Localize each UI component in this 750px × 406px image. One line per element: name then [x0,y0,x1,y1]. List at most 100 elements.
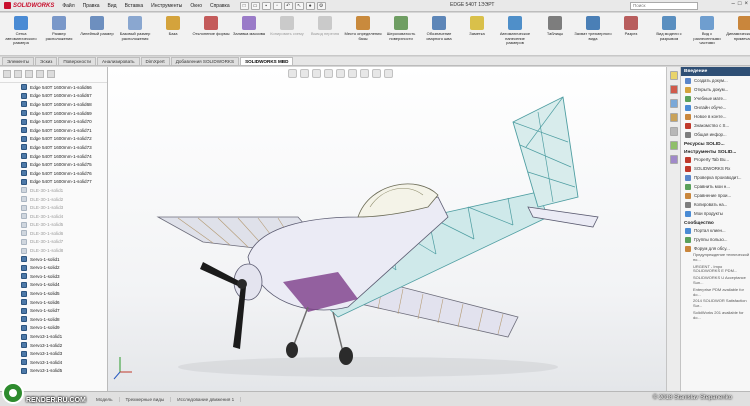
dimxpert-tab-icon[interactable] [36,70,44,78]
task-pane-link[interactable]: Онлайн обуче... [681,103,750,112]
tree-item[interactable]: Servo3-1-solid1 [0,332,107,341]
task-pane-link[interactable]: Сравнить мои н... [681,182,750,191]
zoom-area-icon[interactable] [300,69,309,78]
ribbon-button-annotation-view[interactable]: Динамические виды примечания [726,15,750,55]
appearances-tab-icon[interactable] [669,141,678,150]
ribbon-button-list[interactable]: Вывод перечня [306,15,344,55]
tree-item[interactable]: Servo3-1-solid3 [0,349,107,358]
task-pane-link[interactable]: Копировать на... [681,200,750,209]
tree-item[interactable]: Edge 540T 1600mm-1-solid76 [0,169,107,178]
tree-item[interactable]: Servo-1-solid6 [0,298,107,307]
task-pane-link[interactable]: Группы пользо... [681,235,750,244]
search-input[interactable]: Поиск [630,2,698,10]
task-pane-link[interactable]: Проверка производит... [681,173,750,182]
tab-model[interactable]: Модель [90,396,120,402]
section-view-icon[interactable] [324,69,333,78]
view-orientation-icon[interactable] [336,69,345,78]
task-pane-link[interactable]: Новое в конте... [681,112,750,121]
hide-show-icon[interactable] [360,69,369,78]
tree-item[interactable]: DLE-30-1-solid3 [0,203,107,212]
menu-edit[interactable]: Правка [79,3,104,9]
ribbon-button-datum-target[interactable]: Место определения базы [344,15,382,55]
news-item[interactable]: 2014 SOLIDWOR Satisfaction Sur... [681,299,750,309]
ribbon-button-dimension[interactable]: Размер расположения [40,15,78,55]
news-item[interactable]: URGENT - Impo SOLIDWORKS E PDM... [681,264,750,275]
command-tab[interactable]: Поверхности [58,57,96,65]
task-pane-link[interactable]: Property Tab Bu... [681,155,750,164]
tree-item[interactable]: Edge 540T 1600mm-1-solid73 [0,143,107,152]
command-tab[interactable]: SOLIDWORKS MBD [240,57,294,65]
custom-props-tab-icon[interactable] [669,155,678,164]
ribbon-button-tolerance[interactable]: Отклонение формы [192,15,230,55]
home-tab-icon[interactable] [669,71,678,80]
save-icon[interactable]: ▪ [261,1,271,10]
tree-item[interactable]: Edge 540T 1600mm-1-solid72 [0,135,107,144]
display-tab-icon[interactable] [47,70,55,78]
rebuild-icon[interactable]: ● [305,1,315,10]
tree-item[interactable]: DLE-30-1-solid8 [0,246,107,255]
previous-view-icon[interactable] [312,69,321,78]
tree-item[interactable]: Servo-1-solid7 [0,306,107,315]
airplane-model[interactable] [108,67,666,391]
ribbon-button-copy[interactable]: Копировать схему [268,15,306,55]
tree-item[interactable]: DLE-30-1-solid7 [0,238,107,247]
tree-item[interactable]: Servo3-1-solid2 [0,341,107,350]
zoom-fit-icon[interactable] [288,69,297,78]
resources-header[interactable]: Ресурсы SOLID... [681,142,750,147]
news-item[interactable]: SolidWorks 201 available for do... [681,310,750,321]
open-folder-icon[interactable]: ▭ [250,1,260,10]
tree-item[interactable]: Servo3-1-solid4 [0,358,107,367]
ribbon-button-section[interactable]: Разрез [612,15,650,55]
task-pane-link[interactable]: Учебные мате... [681,94,750,103]
tree-item[interactable]: Edge 540T 1600mm-1-solid67 [0,92,107,101]
task-pane-link[interactable]: Знакомство с S... [681,121,750,130]
ribbon-button-fill[interactable]: Заливка массива [230,15,268,55]
task-pane-link[interactable]: Портал клиен... [681,226,750,235]
ribbon-button-broken-view[interactable]: Вид модели с разрывом [650,15,688,55]
command-tab[interactable]: Анализировать [97,57,140,65]
tree-item[interactable]: Servo-1-solid1 [0,255,107,264]
command-tab[interactable]: DimXpert [140,57,170,65]
tree-item[interactable]: Servo-1-solid5 [0,289,107,298]
task-pane-link[interactable]: Создать докум... [681,76,750,85]
menu-view[interactable]: Вид [104,3,121,9]
tree-item[interactable]: Edge 540T 1600mm-1-solid71 [0,126,107,135]
tree-item[interactable]: DLE-30-1-solid5 [0,221,107,230]
file-explorer-tab-icon[interactable] [669,113,678,122]
task-pane-link[interactable]: Сравнение прои... [681,191,750,200]
ribbon-button-datum[interactable]: База [154,15,192,55]
menu-file[interactable]: Файл [58,3,78,9]
tree-item[interactable]: Edge 540T 1600mm-1-solid66 [0,83,107,92]
tree-item[interactable]: Servo-1-solid8 [0,315,107,324]
task-pane-link[interactable]: Открыть докум... [681,85,750,94]
tree-item[interactable]: Servo-1-solid2 [0,263,107,272]
close-icon[interactable]: × [744,1,748,7]
tree-item[interactable]: Edge 540T 1600mm-1-solid69 [0,109,107,118]
news-item[interactable]: Предупреждение технической по... [681,252,750,263]
news-item[interactable]: Enterprise PDM available for do... [681,287,750,298]
tree-item[interactable]: Servo-1-solid3 [0,272,107,281]
tab-motion-study[interactable]: Исследование движения 1 [171,396,242,402]
tree-item[interactable]: DLE-30-1-solid6 [0,229,107,238]
tree-item[interactable]: Edge 540T 1600mm-1-solid75 [0,160,107,169]
command-tab[interactable]: Эскиз [35,57,58,65]
app-logo[interactable]: SOLIDWORKS [0,0,58,12]
appearance-icon[interactable] [372,69,381,78]
ribbon-button-capture[interactable]: Захват трехмерного вида [574,15,612,55]
ribbon-button-note[interactable]: Заметка [458,15,496,55]
resources-tab-icon[interactable] [669,85,678,94]
tree-item[interactable]: DLE-30-1-solid2 [0,195,107,204]
ribbon-button-table[interactable]: Таблицы [536,15,574,55]
maximize-icon[interactable]: □ [738,1,742,7]
tree-item[interactable]: Servo3-1-solid5 [0,367,107,376]
undo-icon[interactable]: ↶ [283,1,293,10]
minimize-icon[interactable]: – [732,1,735,7]
tree-item[interactable]: Edge 540T 1600mm-1-solid74 [0,152,107,161]
task-pane-link[interactable]: Мои продукты [681,209,750,218]
menu-tools[interactable]: Инструменты [147,3,186,9]
command-tab[interactable]: Добавления SOLIDWORKS [170,57,240,65]
select-icon[interactable]: ↖ [294,1,304,10]
tree-item[interactable]: Servo-1-solid9 [0,324,107,333]
ribbon-button-linear-dim[interactable]: Линейный размер [78,15,116,55]
tree-item[interactable]: Servo-1-solid4 [0,281,107,290]
